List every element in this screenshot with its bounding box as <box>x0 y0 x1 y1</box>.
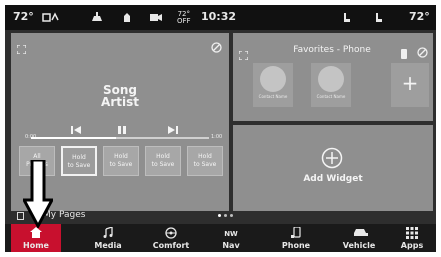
expand-icon[interactable] <box>16 39 27 58</box>
phone-icon <box>291 227 301 238</box>
steering-wheel-icon <box>165 227 177 239</box>
preset-4[interactable]: Hold to Save <box>187 146 223 176</box>
widget-settings-icon[interactable] <box>417 43 428 62</box>
total-time: 1:00 <box>211 134 223 140</box>
preset-2[interactable]: Hold to Save <box>103 146 139 176</box>
contact-name: Contact Name <box>316 94 346 99</box>
nav-vehicle[interactable]: Vehicle <box>331 224 387 252</box>
progress-fill <box>31 137 117 139</box>
preset-line1: Hold <box>72 154 86 161</box>
music-note-icon <box>103 227 113 238</box>
fan-icon[interactable] <box>122 12 133 23</box>
favorite-contact-1[interactable]: Contact Name <box>253 63 293 107</box>
contact-name: Contact Name <box>258 94 288 99</box>
nav-comfort[interactable]: Comfort <box>143 224 199 252</box>
status-bar: 72° 72° OFF 10:32 72° <box>5 5 436 30</box>
preset-3[interactable]: Hold to Save <box>145 146 181 176</box>
bottom-nav: Home Media Comfort NW Nav Phone Vehicle <box>5 224 436 252</box>
nav-media[interactable]: Media <box>83 224 133 252</box>
pointer-arrow-icon <box>23 160 53 228</box>
nav-label: Phone <box>281 241 311 250</box>
page-indicator-1[interactable] <box>218 214 221 217</box>
favorite-contact-2[interactable]: Contact Name <box>311 63 351 107</box>
nav-label: Media <box>94 241 122 250</box>
preset-line2: to Save <box>67 162 91 169</box>
page-indicator-3[interactable] <box>230 214 233 217</box>
apps-grid-icon <box>406 227 418 239</box>
seat-icon[interactable] <box>342 12 351 23</box>
setpoint-mode: OFF <box>177 17 191 25</box>
previous-track-icon[interactable] <box>71 119 81 138</box>
expand-icon[interactable] <box>238 45 249 64</box>
favorites-title: Favorites - Phone <box>293 45 371 55</box>
nav-label: Vehicle <box>342 241 376 250</box>
defrost-icon[interactable] <box>150 13 162 22</box>
right-temperature: 72° <box>409 10 430 23</box>
nav-phone[interactable]: Phone <box>271 224 321 252</box>
preset-1[interactable]: Hold to Save <box>61 146 97 176</box>
song-artist: Artist <box>101 95 139 109</box>
nav-home[interactable]: Home <box>11 224 61 252</box>
widget-settings-icon[interactable] <box>211 38 222 57</box>
avatar <box>260 66 286 92</box>
outside-temperature: 72° <box>13 10 34 23</box>
nav-label: Apps <box>400 241 424 250</box>
nav-label: Home <box>23 241 49 250</box>
preset-line2: to Save <box>151 161 175 168</box>
avatar <box>318 66 344 92</box>
climate-icon[interactable] <box>42 11 60 23</box>
phone-device-icon <box>401 44 407 63</box>
add-favorite-button[interactable]: + <box>391 63 429 107</box>
add-widget-label: Add Widget <box>303 174 363 184</box>
preset-line1: Hold <box>198 153 212 160</box>
favorites-widget[interactable]: Favorites - Phone Contact Name Contact N… <box>233 33 433 121</box>
preset-line2: to Save <box>109 161 133 168</box>
compass-heading: NW <box>224 230 238 238</box>
add-widget-panel[interactable]: Add Widget <box>233 125 433 211</box>
preset-line1: Hold <box>156 153 170 160</box>
next-track-icon[interactable] <box>168 119 178 138</box>
preset-line2: to Save <box>193 161 217 168</box>
preset-line1: Hold <box>114 153 128 160</box>
clock: 10:32 <box>201 10 237 23</box>
uconnect-screen: 72° 72° OFF 10:32 72° Song Artist 1:00 A… <box>5 5 436 252</box>
nav-nav[interactable]: NW Nav <box>211 224 251 252</box>
climate-setpoint[interactable]: 72° OFF <box>177 11 191 25</box>
add-circle-icon <box>321 147 343 173</box>
heated-seat-icon[interactable] <box>374 12 383 23</box>
nav-label: Comfort <box>152 241 190 250</box>
progress-bar[interactable] <box>31 137 209 139</box>
seat-heat-icon[interactable] <box>91 12 103 22</box>
nav-apps[interactable]: Apps <box>390 224 434 252</box>
pause-icon[interactable] <box>118 119 126 138</box>
nav-label: Nav <box>222 241 240 250</box>
page-indicator-2[interactable] <box>224 214 227 217</box>
vehicle-icon <box>354 229 368 236</box>
home-icon <box>30 227 42 238</box>
